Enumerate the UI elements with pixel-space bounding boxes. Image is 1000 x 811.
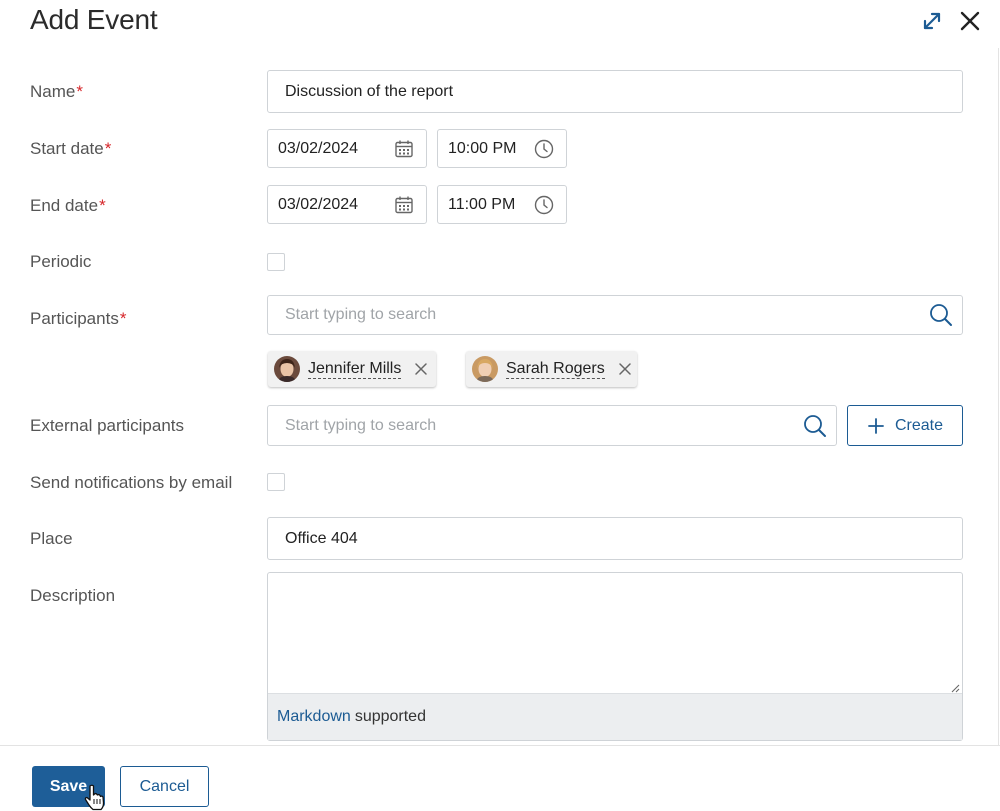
clock-icon[interactable]	[533, 194, 555, 216]
participant-chip[interactable]: Sarah Rogers	[466, 351, 637, 387]
remove-icon[interactable]	[618, 362, 632, 376]
search-icon[interactable]	[802, 413, 828, 439]
calendar-icon[interactable]	[393, 194, 415, 216]
create-external-participant-button[interactable]: Create	[847, 405, 963, 446]
avatar	[472, 356, 498, 382]
place-input-value: Office 404	[285, 529, 358, 547]
periodic-checkbox[interactable]	[267, 253, 285, 271]
start-time-input[interactable]: 10:00 PM	[437, 129, 567, 168]
required-mark: *	[104, 139, 112, 158]
description-textarea[interactable]	[268, 573, 962, 695]
participants-search-input[interactable]: Start typing to search	[267, 295, 963, 335]
expand-icon[interactable]	[919, 8, 945, 34]
resize-handle-icon[interactable]	[950, 683, 960, 693]
external-participants-search-input[interactable]: Start typing to search	[267, 405, 837, 446]
start-date-label: Start date*	[30, 139, 112, 158]
calendar-icon[interactable]	[393, 138, 415, 160]
end-date-input[interactable]: 03/02/2024	[267, 185, 427, 224]
external-participants-label: External participants	[30, 416, 185, 435]
start-date-value: 03/02/2024	[278, 139, 359, 157]
footer-divider	[0, 745, 1000, 746]
create-button-label: Create	[894, 416, 944, 434]
participants-label: Participants*	[30, 309, 127, 328]
end-time-value: 11:00 PM	[448, 195, 516, 213]
clock-icon[interactable]	[533, 138, 555, 160]
start-date-input[interactable]: 03/02/2024	[267, 129, 427, 168]
description-label: Description	[30, 586, 116, 605]
participant-name: Sarah Rogers	[506, 359, 605, 379]
external-participants-placeholder: Start typing to search	[285, 416, 437, 434]
end-date-value: 03/02/2024	[278, 195, 359, 213]
start-time-value: 10:00 PM	[448, 139, 517, 157]
required-mark: *	[76, 82, 83, 101]
cancel-button[interactable]: Cancel	[120, 766, 209, 807]
participant-chip[interactable]: Jennifer Mills	[268, 351, 436, 387]
place-label: Place	[30, 529, 73, 548]
name-input-value: Discussion of the report	[285, 82, 454, 100]
participants-placeholder: Start typing to search	[285, 306, 437, 323]
required-mark: *	[119, 309, 127, 328]
name-input[interactable]: Discussion of the report	[267, 70, 963, 113]
participant-name: Jennifer Mills	[308, 359, 402, 379]
periodic-label: Periodic	[30, 252, 92, 271]
search-icon[interactable]	[928, 302, 954, 328]
place-input[interactable]: Office 404	[267, 517, 963, 560]
hand-cursor-icon	[84, 784, 105, 811]
dialog-title: Add Event	[30, 4, 158, 35]
send-notifications-label: Send notifications by email	[30, 473, 233, 492]
send-notifications-checkbox[interactable]	[267, 473, 285, 491]
close-icon[interactable]	[957, 8, 983, 34]
markdown-hint-text: supported	[354, 708, 426, 725]
name-label: Name*	[30, 82, 83, 101]
end-date-label: End date*	[30, 196, 106, 215]
remove-icon[interactable]	[414, 362, 428, 376]
avatar	[274, 356, 300, 382]
scroll-divider	[998, 48, 999, 745]
required-mark: *	[99, 196, 106, 215]
plus-icon	[868, 417, 884, 434]
description-editor: Markdown supported	[267, 572, 963, 741]
markdown-link[interactable]: Markdown	[277, 708, 351, 726]
end-time-input[interactable]: 11:00 PM	[437, 185, 567, 224]
markdown-hint-bar: Markdown supported	[268, 693, 962, 740]
